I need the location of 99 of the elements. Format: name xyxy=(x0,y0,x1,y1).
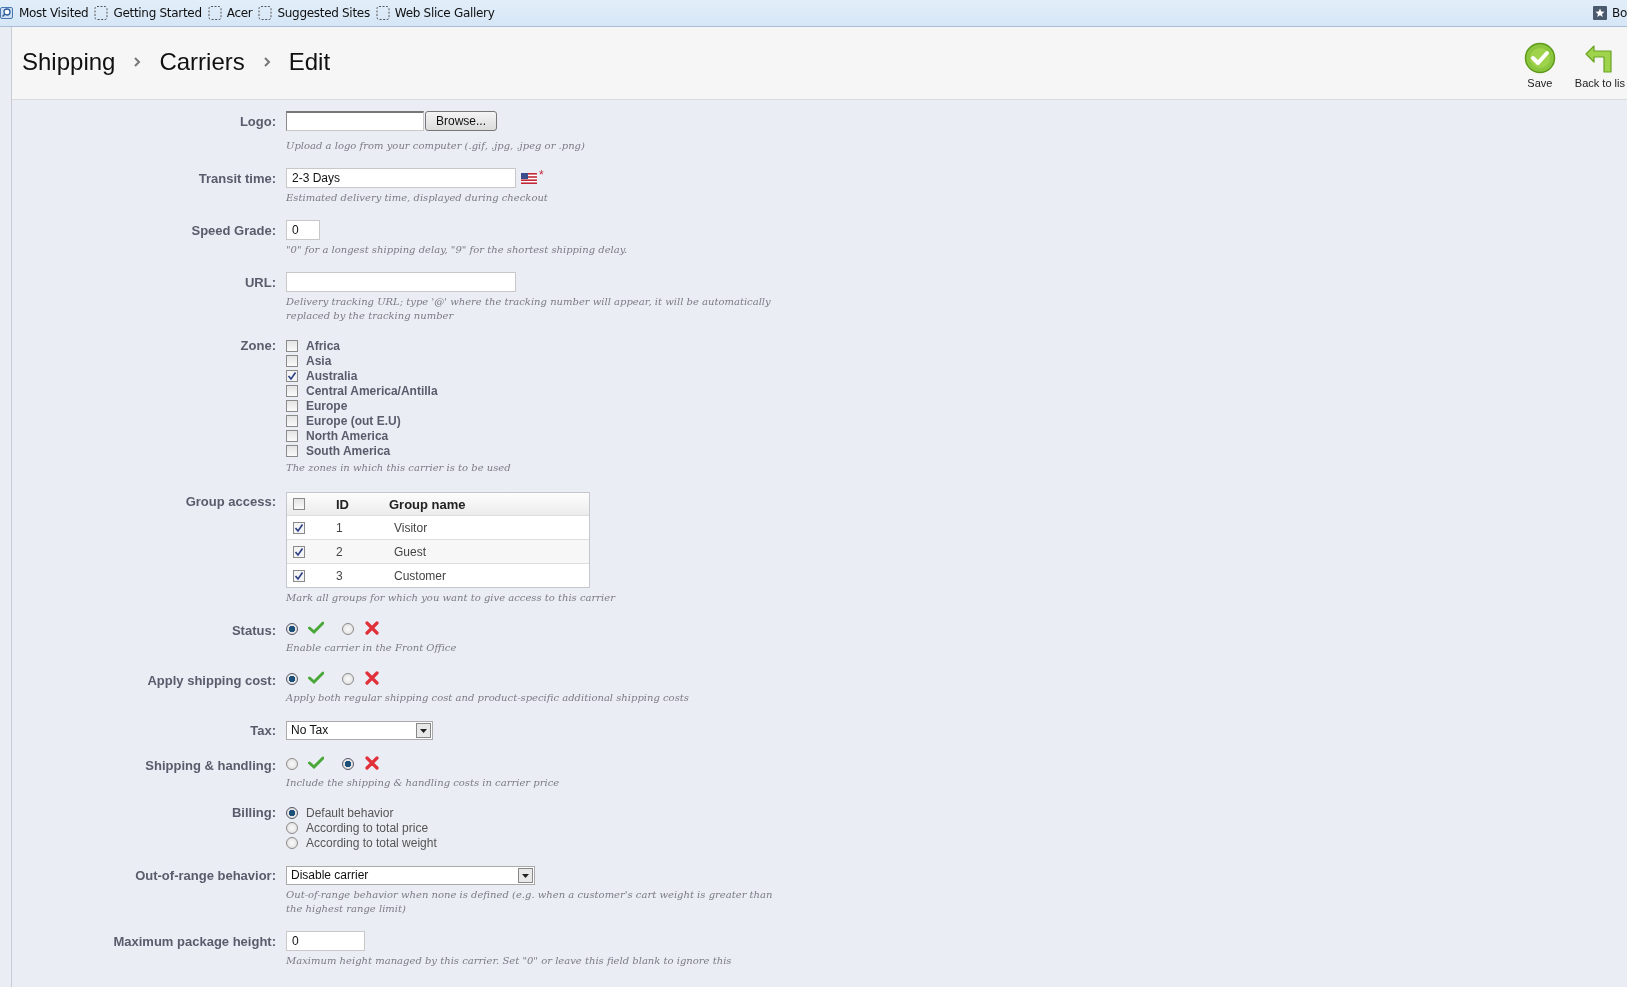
bookmark-link[interactable]: Suggested Sites xyxy=(258,5,370,21)
input-field[interactable]: 2-3 Days xyxy=(286,168,516,188)
field-label: Billing: xyxy=(230,805,277,822)
checkbox[interactable] xyxy=(286,444,298,457)
chevron-icon xyxy=(133,56,142,68)
bookmarks-menu[interactable]: Bo xyxy=(1593,6,1627,20)
input-field[interactable] xyxy=(286,272,516,292)
checkbox[interactable] xyxy=(286,399,298,412)
save-button[interactable]: Save xyxy=(1514,41,1565,89)
field-label: Transit time: xyxy=(197,170,277,188)
radio-button[interactable] xyxy=(286,821,298,834)
column-header: Group name xyxy=(389,496,467,512)
cross-icon xyxy=(364,669,380,685)
radio-button[interactable] xyxy=(286,758,298,770)
dropdown[interactable]: No Tax xyxy=(286,720,433,740)
bookmark-link[interactable]: Getting Started xyxy=(94,5,202,21)
search-icon xyxy=(0,6,14,20)
radio-button[interactable] xyxy=(286,836,298,849)
checkbox-label: North America xyxy=(306,428,389,443)
checkbox-label: Australia xyxy=(306,368,358,383)
radio-label: Default behavior xyxy=(306,805,394,820)
browse-button[interactable]: Browse... xyxy=(425,111,497,131)
check-circle-icon xyxy=(1523,41,1556,74)
field-label: Group access: xyxy=(184,493,277,511)
radio-button[interactable] xyxy=(286,673,298,685)
hint-text: Apply both regular shipping cost and product-specific additional shipping costs xyxy=(286,691,689,705)
check-icon xyxy=(308,754,324,770)
checkbox[interactable] xyxy=(293,521,305,534)
breadcrumb-item: Edit xyxy=(288,48,331,76)
checkbox[interactable] xyxy=(286,414,298,427)
hint-text: Mark all groups for which you want to give access to this carrier xyxy=(286,591,615,605)
breadcrumb-item[interactable]: Carriers xyxy=(159,48,245,76)
checkbox[interactable] xyxy=(286,384,298,397)
cross-icon xyxy=(364,754,380,770)
radio-button[interactable] xyxy=(342,673,354,685)
radio-button[interactable] xyxy=(342,623,354,635)
checkbox[interactable] xyxy=(293,545,305,558)
checkbox-label: Africa xyxy=(306,338,340,353)
table-cell-text: 2 xyxy=(336,544,344,559)
radio-button[interactable] xyxy=(286,806,298,819)
checkbox[interactable] xyxy=(286,339,298,352)
radio-label: According to total weight xyxy=(306,835,437,850)
hint-text: Enable carrier in the Front Office xyxy=(286,641,457,655)
field-label: Logo: xyxy=(238,113,277,131)
cross-icon xyxy=(364,619,380,635)
checkbox[interactable] xyxy=(293,569,305,582)
chevron-icon xyxy=(262,56,271,68)
check-icon xyxy=(308,669,324,685)
dashed-square-icon xyxy=(258,5,273,21)
hint-text: Maximum height managed by this carrier. Set "0" or leave this field blank to ignore this xyxy=(286,954,732,968)
field-label: Tax: xyxy=(249,722,277,740)
hint-text: "0" for a longest shipping delay, "9" for the shortest shipping delay. xyxy=(286,243,628,257)
bookmark-link[interactable]: Web Slice Gallery xyxy=(375,5,495,21)
table-cell-text: Guest xyxy=(393,544,427,559)
dashed-square-icon xyxy=(207,5,222,21)
back-button[interactable]: Back to lis xyxy=(1574,41,1625,89)
table-cell-text: 1 xyxy=(336,520,344,535)
field-label: Apply shipping cost: xyxy=(146,672,277,690)
checkbox-label: Europe (out E.U) xyxy=(306,413,401,428)
table-cell-text: Customer xyxy=(393,568,447,583)
radio-label: According to total price xyxy=(306,820,429,835)
field-label: Speed Grade: xyxy=(190,222,277,240)
hint-text: Upload a logo from your computer (.gif, .jpg, .jpeg or .png) xyxy=(286,139,585,153)
required-mark: * xyxy=(539,168,544,182)
bookmark-link[interactable]: Most Visited xyxy=(0,6,89,20)
file-field[interactable] xyxy=(286,111,424,131)
field-label: Zone: xyxy=(239,338,277,355)
field-label: Out-of-range behavior: xyxy=(134,867,277,885)
hint-text: Estimated delivery time, displayed during checkout xyxy=(286,191,548,205)
field-label: Status: xyxy=(230,622,277,640)
checkbox-label: Europe xyxy=(306,398,348,413)
hint-text: Delivery tracking URL; type '@' where the tracking number will appear, it will be automatically replaced by the tracking number xyxy=(286,295,772,323)
input-field[interactable]: 0 xyxy=(286,931,365,951)
radio-button[interactable] xyxy=(342,758,354,770)
checkbox[interactable] xyxy=(286,429,298,442)
table-cell-text: 3 xyxy=(336,568,344,583)
checkbox[interactable] xyxy=(286,354,298,367)
dashed-square-icon xyxy=(375,5,390,21)
hint-text: Out-of-range behavior when none is defined (e.g. when a customer's cart weight is greater than the highest range limit) xyxy=(286,888,774,916)
checkbox-label: Central America/Antilla xyxy=(306,383,438,398)
hint-text: The zones in which this carrier is to be used xyxy=(286,461,511,475)
field-label: Shipping & handling: xyxy=(144,757,277,775)
hint-text: Include the shipping & handling costs in carrier price xyxy=(286,776,560,790)
dropdown[interactable]: Disable carrier xyxy=(286,865,535,885)
checkbox-label: Asia xyxy=(306,353,332,368)
checkbox-label: South America xyxy=(306,443,391,458)
star-icon xyxy=(1593,6,1607,20)
checkbox[interactable] xyxy=(286,369,298,382)
breadcrumb-item[interactable]: Shipping xyxy=(22,48,116,76)
table-cell-text: Visitor xyxy=(393,520,429,535)
checkbox[interactable] xyxy=(293,498,305,510)
column-header: ID xyxy=(336,496,350,512)
dashed-square-icon xyxy=(94,5,109,21)
check-icon xyxy=(308,619,324,635)
field-label: Maximum package height: xyxy=(112,933,277,951)
input-field[interactable]: 0 xyxy=(286,220,320,240)
radio-button[interactable] xyxy=(286,623,298,635)
field-label: URL: xyxy=(243,274,277,292)
bookmark-link[interactable]: Acer xyxy=(207,5,253,21)
